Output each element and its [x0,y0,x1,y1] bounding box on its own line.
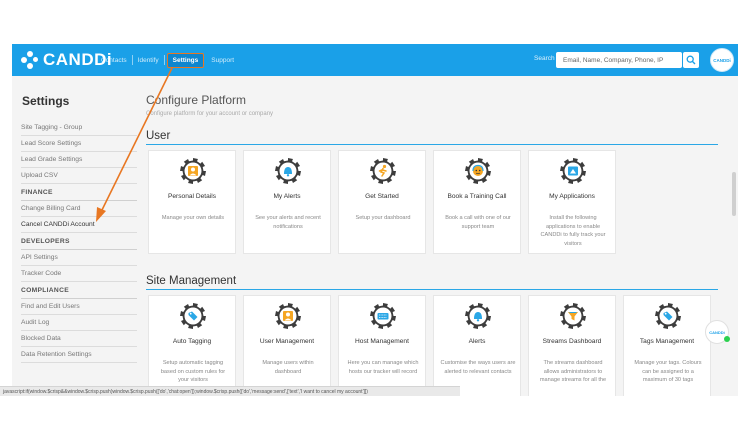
search-icon [686,55,696,65]
sidebar-item-audit-log[interactable]: Audit Log [21,315,137,331]
keyboard-icon [369,302,397,330]
card-title: Host Management [355,338,409,345]
card-description: Setup your dashboard [355,215,411,221]
card-get-started[interactable]: Get Started Setup your dashboard [338,150,426,254]
card-description: Setup automatic tagging based on custom … [160,360,226,383]
main-content: Configure Platform Configure platform fo… [146,76,738,396]
card-my-alerts[interactable]: My Alerts See your alerts and recent not… [243,150,331,254]
section-title-user: User [146,130,171,142]
settings-sidebar: Settings Site Tagging - Group Lead Score… [12,76,140,396]
sidebar-item-site-tagging-group[interactable]: Site Tagging - Group [21,120,137,136]
card-auto-tagging[interactable]: Auto Tagging Setup automatic tagging bas… [148,295,236,396]
sidebar-item-tracker-code[interactable]: Tracker Code [21,266,137,282]
card-description: Install the following applications to en… [540,215,606,247]
support-agent-icon [464,157,492,185]
section-title-site-management: Site Management [146,275,237,287]
nav-link-identify[interactable]: Identify [133,57,164,64]
card-title: Auto Tagging [172,338,212,345]
sidebar-item-find-edit-users[interactable]: Find and Edit Users [21,299,137,315]
card-title: User Management [259,338,315,345]
card-user-management[interactable]: User Management Manage users within dash… [243,295,331,396]
search-input[interactable] [556,52,682,68]
card-my-applications[interactable]: My Applications Install the following ap… [528,150,616,254]
page-subtitle: Configure platform for your account or c… [146,111,274,117]
card-title: My Applications [549,193,595,200]
card-tags-management[interactable]: Tags Management Manage your tags. Colour… [623,295,711,396]
nav-divider [163,55,165,65]
search-button[interactable] [683,52,699,68]
card-book-training-call[interactable]: Book a Training Call Book a call with on… [433,150,521,254]
card-host-management[interactable]: Host Management Here you can manage whic… [338,295,426,396]
card-description: Manage your tags. Colours can be assigne… [634,360,702,383]
browser-status-bar: javascript:if(window.$crisp&&window.$cri… [0,386,460,396]
application-icon [559,157,587,185]
funnel-icon [559,302,587,330]
page-title: Configure Platform [146,93,247,107]
sidebar-section-compliance: COMPLIANCE [21,282,137,299]
card-description: See your alerts and recent notifications [255,215,321,230]
sidebar-item-lead-grade-settings[interactable]: Lead Grade Settings [21,152,137,168]
sidebar-title: Settings [22,94,70,108]
person-badge-icon [274,302,302,330]
nav-link-support[interactable]: Support [206,57,239,64]
logo-dots-icon [20,50,40,70]
sidebar-item-lead-score-settings[interactable]: Lead Score Settings [21,136,137,152]
card-alerts[interactable]: Alerts Customise the ways users are aler… [433,295,521,396]
card-title: Personal Details [167,193,216,200]
card-description: Here you can manage which hosts our trac… [347,360,419,375]
section-divider [146,289,718,290]
card-description: Manage users within dashboard [262,360,314,375]
sidebar-item-api-settings[interactable]: API Settings [21,250,137,266]
nav-link-contacts[interactable]: Contacts [96,57,132,64]
card-description: Book a call with one of our support team [445,215,511,230]
card-title: Book a Training Call [447,193,507,200]
card-streams-dashboard[interactable]: Streams Dashboard The streams dashboard … [528,295,616,396]
sidebar-section-developers: DEVELOPERS [21,233,137,250]
card-title: Get Started [365,193,399,200]
user-avatar[interactable]: CANDDi [710,48,734,72]
nav-links: Contacts Identify Settings Support [96,44,239,76]
card-title: Streams Dashboard [542,338,602,345]
sidebar-item-upload-csv[interactable]: Upload CSV [21,168,137,184]
card-description: Manage your own details [161,215,225,221]
card-title: Alerts [468,338,486,345]
nav-link-settings[interactable]: Settings [166,52,205,68]
tag-icon [179,302,207,330]
sidebar-section-finance: FINANCE [21,184,137,201]
bell-icon [464,302,492,330]
card-description: The streams dashboard allows administrat… [539,360,607,383]
page-scrollbar[interactable] [732,172,736,216]
top-nav-bar: CANDDi Contacts Identify Settings Suppor… [12,44,738,76]
sidebar-item-blocked-data[interactable]: Blocked Data [21,331,137,347]
card-title: My Alerts [273,193,301,200]
tag-icon [654,302,682,330]
person-badge-icon [179,157,207,185]
sidebar-item-change-billing-card[interactable]: Change Billing Card [21,201,137,217]
card-description: Customise the ways users are alerted to … [440,360,516,375]
online-status-dot [724,336,730,342]
bell-icon [274,157,302,185]
sidebar-item-data-retention[interactable]: Data Retention Settings [21,347,137,363]
search-label: Search [534,55,555,62]
section-divider [146,144,718,145]
sidebar-item-cancel-account[interactable]: Cancel CANDDi Account [21,217,137,233]
app-window: CANDDi Contacts Identify Settings Suppor… [12,44,738,396]
card-personal-details[interactable]: Personal Details Manage your own details [148,150,236,254]
card-title: Tags Management [639,338,695,345]
running-person-icon [369,157,397,185]
sidebar-list: Site Tagging - Group Lead Score Settings… [21,120,137,363]
